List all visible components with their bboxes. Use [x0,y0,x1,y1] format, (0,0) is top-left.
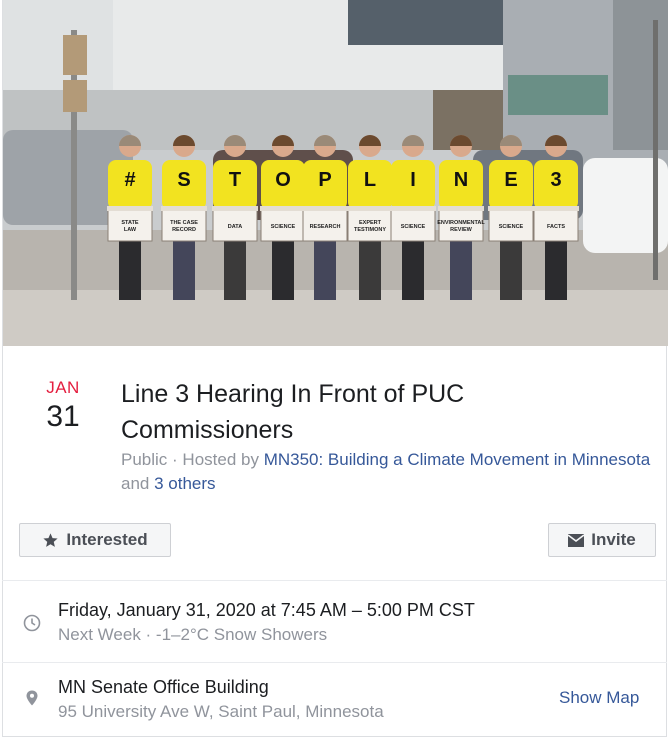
photo-box: SCIENCE [260,206,306,242]
invite-label: Invite [591,530,636,549]
shirt-letter: E [504,169,517,191]
event-weather: Next Week · -1–2°C Snow Showers [58,625,328,644]
host-link[interactable]: MN350: Building a Climate Movement in Mi… [264,450,650,469]
cover-photo-illustration: # S T O P L I N E 3 STATELAWTHE CASERECORD DATA SCI… [3,0,668,346]
photo-box: FACTS [533,206,579,242]
divider [2,662,667,663]
interested-button[interactable]: Interested [19,523,171,557]
show-map-link[interactable]: Show Map [559,688,639,708]
event-day: 31 [46,400,80,433]
invite-button[interactable]: Invite [548,523,656,557]
event-title[interactable]: Line 3 Hearing In Front of PUC Commissio… [121,376,641,448]
event-date: JAN 31 [27,378,99,434]
box-label: STATE [121,220,139,226]
photo-box: ENVIRONMENTALREVIEW [437,206,485,242]
star-icon [43,532,58,547]
shirt-letter: L [364,169,376,191]
event-month: JAN [46,378,80,397]
privacy-label: Public [121,450,168,469]
box-label: RECORD [172,227,196,233]
shirt-letter: P [318,169,331,191]
divider [2,580,667,581]
and-label: and [121,474,155,493]
box-label: ENVIRONMENTAL [437,220,485,226]
photo-box: RESEARCH [302,206,348,242]
photo-box: SCIENCE [488,206,534,242]
photo-box: SCIENCE [390,206,436,242]
shirt-letter: # [124,169,135,191]
event-datetime[interactable]: Friday, January 31, 2020 at 7:45 AM – 5:… [58,600,475,621]
photo-box: DATA [212,206,258,242]
box-label: RESEARCH [310,224,341,230]
shirt-letter: T [229,169,241,191]
location-pin-icon [23,689,41,707]
location-address: 95 University Ave W, Saint Paul, Minneso… [58,702,384,721]
photo-box: EXPERTTESTIMONY [347,206,393,242]
interested-label: Interested [66,530,148,549]
location-name[interactable]: MN Senate Office Building [58,677,269,698]
event-meta: Public · Hosted by MN350: Building a Cli… [121,448,651,496]
event-cover-photo[interactable]: # S T O P L I N E 3 STATE LAW THE CASE RECORD DATA SCI… [3,0,668,346]
box-label: EXPERT [359,220,382,226]
envelope-icon [568,533,585,547]
shirt-letter: O [275,169,291,191]
photo-box: THE CASERECORD [161,206,207,242]
shirt-letter: S [177,169,190,191]
box-label: FACTS [547,224,565,230]
hosted-by-label: · Hosted by [167,450,264,469]
box-label: LAW [124,227,137,233]
box-label: SCIENCE [401,224,426,230]
shirt-letter: 3 [550,169,561,191]
box-label: SCIENCE [499,224,524,230]
others-link[interactable]: 3 others [154,474,215,493]
photo-box: STATELAW [107,206,153,242]
shirt-letter: N [454,169,468,191]
clock-icon [23,614,41,632]
shirt-letter: I [410,169,416,191]
box-label: SCIENCE [271,224,296,230]
box-label: DATA [228,224,242,230]
box-label: THE CASE [170,220,198,226]
box-label: REVIEW [450,227,473,233]
event-card: # S T O P L I N E 3 STATE LAW THE CASE RECORD DATA SCI… [2,0,668,737]
box-label: TESTIMONY [354,227,386,233]
